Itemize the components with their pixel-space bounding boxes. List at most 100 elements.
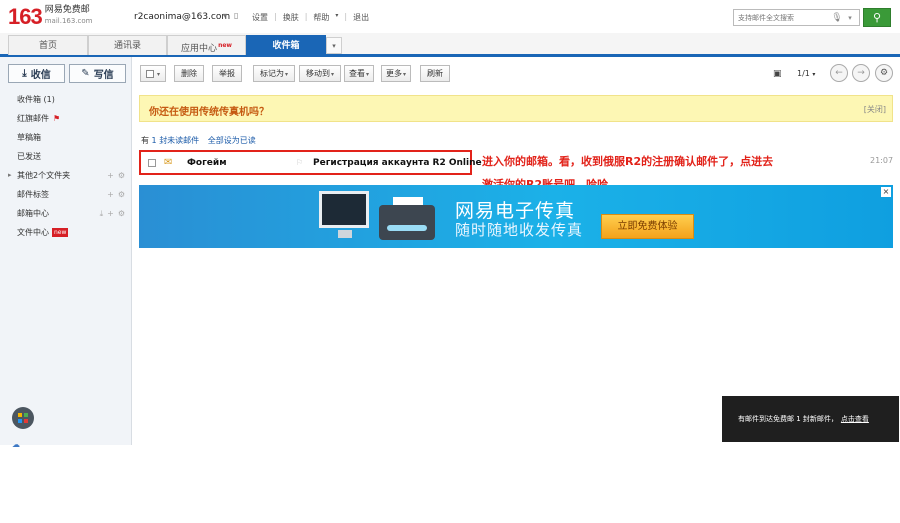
grid-icon xyxy=(18,413,28,423)
ad-cta-button[interactable]: 立即免费体验 xyxy=(601,214,694,239)
gear-icon[interactable]: ⚙ xyxy=(118,190,125,199)
logo-title: 网易免费邮 xyxy=(44,5,90,15)
app-launcher-button[interactable] xyxy=(12,407,34,429)
delete-button[interactable]: 删除 xyxy=(174,65,204,82)
sidebar: ⤓ 收信 ✎ 写信 收件箱 (1) 红旗邮件 ⚑ 草稿箱 已发送 ▸ 其他2个文… xyxy=(0,57,132,445)
user-email[interactable]: r2caonima@163.com xyxy=(134,12,230,22)
ad-subtitle: 随时随地收发传真 xyxy=(455,221,584,239)
mail-sender: Фогейм xyxy=(187,158,227,168)
chevron-down-icon: ▾ xyxy=(330,71,334,78)
help-link[interactable]: 帮助 xyxy=(313,12,329,23)
add-icon[interactable]: + xyxy=(107,171,114,180)
move-to-button[interactable]: 移动到▾ xyxy=(299,65,341,82)
unread-link[interactable]: 封未读邮件 xyxy=(159,136,199,145)
gear-icon[interactable]: ⚙ xyxy=(118,171,125,180)
webmail-app: 163 网易免费邮 mail.163.com r2caonima@163.com… xyxy=(0,0,900,523)
mail-toolbar: ▾ 删除 举报 标记为▾ 移动到▾ 查看▾ 更多▾ 刷新 ▣ 1/1 ▾ ← →… xyxy=(133,60,900,88)
view-button[interactable]: 查看▾ xyxy=(344,65,374,82)
search-input[interactable] xyxy=(734,10,830,25)
pager[interactable]: 1/1 ▾ xyxy=(797,69,815,78)
download-icon[interactable]: ⤓ xyxy=(100,209,104,218)
fax-ad-banner[interactable]: 网易电子传真 随时随地收发传真 立即免费体验 × xyxy=(139,185,893,248)
search-box: 🎙 ▾ xyxy=(733,9,860,26)
toast-message: 有邮件到达免费邮 1 封新邮件， xyxy=(738,415,838,423)
table-row[interactable]: ✉ Фогейм ⚐ Регистрация аккаунта R2 Onlin… xyxy=(139,150,482,175)
search-button[interactable]: ⚲ xyxy=(863,8,891,27)
chevron-down-icon: ▾ xyxy=(812,71,816,78)
chevron-down-icon[interactable]: ▾ xyxy=(223,11,227,20)
mail-subject: Регистрация аккаунта R2 Online xyxy=(313,158,482,168)
expand-icon[interactable]: ▸ xyxy=(8,166,12,185)
new-badge: new xyxy=(52,228,69,237)
logo-subtitle: mail.163.com xyxy=(44,17,93,25)
phone-icon[interactable]: ▯ xyxy=(234,11,238,20)
mail-checkbox[interactable] xyxy=(148,159,156,167)
cloud-icon[interactable]: ☁ xyxy=(12,440,20,449)
sidebar-item-mail-tags[interactable]: 邮件标签 + ⚙ xyxy=(0,185,131,204)
report-button[interactable]: 举报 xyxy=(212,65,242,82)
add-icon[interactable]: + xyxy=(107,209,114,218)
red-flag-icon: ⚑ xyxy=(53,114,61,123)
tab-bar: 首页 通讯录 应用中心new 收件箱 ▾ xyxy=(0,33,900,57)
close-icon[interactable]: × xyxy=(881,187,891,197)
microphone-icon[interactable]: 🎙 xyxy=(830,13,844,23)
unread-status: 有 1 封未读邮件 全部设为已读 xyxy=(141,136,256,145)
sidebar-item-inbox[interactable]: 收件箱 (1) xyxy=(0,90,131,109)
select-all-checkbox[interactable]: ▾ xyxy=(140,65,166,82)
refresh-button[interactable]: 刷新 xyxy=(420,65,450,82)
tab-app-center[interactable]: 应用中心new xyxy=(167,35,246,55)
envelope-icon: ✉ xyxy=(164,157,173,168)
chevron-down-icon[interactable]: ▾ xyxy=(335,12,338,23)
chevron-down-icon: ▾ xyxy=(365,71,369,78)
add-icon[interactable]: + xyxy=(107,190,114,199)
tab-inbox[interactable]: 收件箱 xyxy=(246,35,326,55)
top-bar: 163 网易免费邮 mail.163.com r2caonima@163.com… xyxy=(0,0,900,33)
settings-button[interactable]: ⚙ xyxy=(875,64,893,82)
arrow-right-icon: → xyxy=(857,68,865,78)
logout-link[interactable]: 退出 xyxy=(353,12,369,23)
notice-text: 你还在使用传统传真机吗？ xyxy=(149,107,269,118)
chevron-down-icon: ▾ xyxy=(402,71,406,78)
folder-list: 收件箱 (1) 红旗邮件 ⚑ 草稿箱 已发送 ▸ 其他2个文件夹 + ⚙ 邮件标签 … xyxy=(0,90,131,242)
gear-icon[interactable]: ⚙ xyxy=(118,209,125,218)
settings-link[interactable]: 设置 xyxy=(252,12,268,23)
chevron-down-icon: ▾ xyxy=(156,71,160,78)
tab-contacts[interactable]: 通讯录 xyxy=(88,35,167,55)
tab-home[interactable]: 首页 xyxy=(8,35,88,55)
chevron-down-icon[interactable]: ▾ xyxy=(844,14,856,22)
tag-icon[interactable]: ⚐ xyxy=(296,158,303,167)
fax-notice-banner[interactable]: 你还在使用传统传真机吗？ [关闭] xyxy=(139,95,893,122)
new-mail-toast: 有邮件到达免费邮 1 封新邮件， 点击查看 xyxy=(722,396,899,442)
unread-count[interactable]: 1 xyxy=(152,136,157,145)
download-icon: ⤓ xyxy=(22,68,27,79)
fax-machine-image xyxy=(379,205,435,240)
tab-more-button[interactable]: ▾ xyxy=(326,37,342,54)
gear-icon: ⚙ xyxy=(879,68,889,78)
compose-button[interactable]: ✎ 写信 xyxy=(69,64,126,83)
skin-link[interactable]: 换肤 xyxy=(283,12,299,23)
mark-as-button[interactable]: 标记为▾ xyxy=(253,65,295,82)
prev-page-button[interactable]: ← xyxy=(830,64,848,82)
sidebar-item-other-folders[interactable]: ▸ 其他2个文件夹 + ⚙ xyxy=(0,166,131,185)
receive-button[interactable]: ⤓ 收信 xyxy=(8,64,65,83)
sidebar-item-mailbox-center[interactable]: 邮箱中心 ⤓ + ⚙ xyxy=(0,204,131,223)
arrow-left-icon: ← xyxy=(835,68,843,78)
logo[interactable]: 163 网易免费邮 mail.163.com xyxy=(8,5,92,29)
sidebar-item-file-center[interactable]: 文件中心 new xyxy=(0,223,131,242)
logo-number: 163 xyxy=(8,4,43,29)
pencil-icon: ✎ xyxy=(81,68,90,79)
mail-time: 21:07 xyxy=(870,156,894,165)
mark-all-read-link[interactable]: 全部设为已读 xyxy=(208,136,256,145)
new-badge: new xyxy=(218,42,232,49)
more-button[interactable]: 更多▾ xyxy=(381,65,411,82)
sidebar-item-drafts[interactable]: 草稿箱 xyxy=(0,128,131,147)
toast-view-link[interactable]: 点击查看 xyxy=(841,415,869,423)
sidebar-item-sent[interactable]: 已发送 xyxy=(0,147,131,166)
chevron-down-icon: ▾ xyxy=(332,42,336,50)
sidebar-item-flagged[interactable]: 红旗邮件 ⚑ xyxy=(0,109,131,128)
search-icon: ⚲ xyxy=(872,11,882,24)
monitor-image xyxy=(319,191,369,228)
notice-close-button[interactable]: [关闭] xyxy=(864,104,886,115)
next-page-button[interactable]: → xyxy=(852,64,870,82)
trash-icon[interactable]: ▣ xyxy=(773,69,782,79)
